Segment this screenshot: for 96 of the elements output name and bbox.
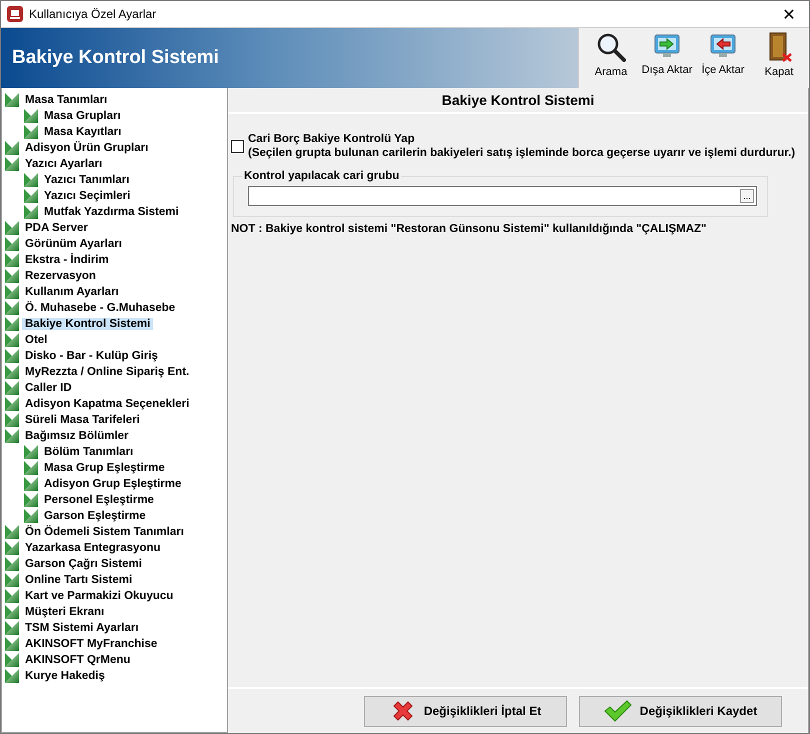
tree-node-icon [5,557,19,571]
monitor-arrow-right-icon [653,32,681,60]
tree-node-icon [5,93,19,107]
checkbox-description: (Seçilen grupta bulunan carilerin bakiyeleri satış işleminde borca geçerse uyarır ve işlemi durdurur.) [248,146,796,160]
checkbox-label: Cari Borç Bakiye Kontrolü Yap [248,132,416,146]
tree-node-icon [24,477,38,491]
tree-node-icon [5,573,19,587]
tree-item[interactable]: AKINSOFT MyFranchise [22,638,160,650]
search-icon [596,32,626,62]
toolbar-button[interactable]: Dışa Aktar [639,30,695,88]
tree-item[interactable]: Ekstra - İndirim [22,254,112,266]
tree-node-icon [5,285,19,299]
tree-item[interactable]: Bölüm Tanımları [41,446,136,458]
tree-node-icon [24,173,38,187]
tree-item[interactable]: TSM Sistemi Ayarları [22,622,142,634]
tree-node-icon [5,157,19,171]
tree-node-icon [5,669,19,683]
tree-node-icon [24,205,38,219]
tree-node-icon [5,397,19,411]
tree-item[interactable]: Caller ID [22,382,75,394]
tree-item[interactable]: Garson Çağrı Sistemi [22,558,145,570]
tree-node-icon [5,301,19,315]
tree-item[interactable]: Yazıcı Seçimleri [41,190,134,202]
tree-node-icon [5,621,19,635]
tree-node-icon [5,429,19,443]
app-icon [7,6,23,22]
tree-item[interactable]: Disko - Bar - Kulüp Giriş [22,350,161,362]
tree-item[interactable]: Rezervasyon [22,270,99,282]
tree-item[interactable]: Bağımsız Bölümler [22,430,132,442]
tree-node-icon [5,237,19,251]
tree-item[interactable]: Süreli Masa Tarifeleri [22,414,143,426]
tree-node-icon [5,637,19,651]
checkbox[interactable] [231,140,244,152]
tree-node-icon [5,413,19,427]
tree-item[interactable]: Online Tartı Sistemi [22,574,136,586]
tree-item[interactable]: Yazıcı Tanımları [41,174,132,186]
tree-item[interactable]: Otel [22,334,50,346]
tree-item[interactable]: Adisyon Ürün Grupları [22,142,152,154]
checkmark-icon [604,700,632,722]
tree-node-icon [24,125,38,139]
tree-item[interactable]: Masa Grup Eşleştirme [41,462,168,474]
tree-node-icon [5,333,19,347]
close-button[interactable]: ✕ [769,1,809,27]
tree-item[interactable]: Mutfak Yazdırma Sistemi [41,206,182,218]
tree-item[interactable]: Personel Eşleştirme [41,494,157,506]
tree-item[interactable]: Adisyon Grup Eşleştirme [41,478,184,490]
tree-node-icon [5,141,19,155]
tree-node-icon [5,525,19,539]
tree-node-icon [24,509,38,523]
tree-item[interactable]: PDA Server [22,222,91,234]
tree-item[interactable]: AKINSOFT QrMenu [22,654,134,666]
tree-item[interactable]: Masa Kayıtları [41,126,124,138]
tree-node-icon [5,365,19,379]
tree-item[interactable]: MyRezzta / Online Sipariş Ent. [22,366,192,378]
tree-item[interactable]: Müşteri Ekranı [22,606,108,618]
tree-node-icon [5,381,19,395]
tree-node-icon [5,541,19,555]
tree-node-icon [5,253,19,267]
tree-item[interactable]: Masa Grupları [41,110,124,122]
tree-item[interactable]: Bakiye Kontrol Sistemi [22,318,154,330]
header-title: Bakiye Kontrol Sistemi [12,47,219,69]
tree-node-icon [5,605,19,619]
group-field[interactable]: ... [248,186,757,206]
save-button[interactable]: Değişiklikleri Kaydet [579,696,782,726]
tree-item[interactable]: Yazıcı Ayarları [22,158,106,170]
tree-node-icon [24,189,38,203]
tree-item[interactable]: Kurye Hakediş [22,670,108,682]
tree-item[interactable]: Kart ve Parmakizi Okuyucu [22,590,176,602]
tree-node-icon [24,461,38,475]
panel-title: Bakiye Kontrol Sistemi [228,88,808,114]
toolbar-button[interactable]: İçe Aktar [695,30,751,88]
group-title: Kontrol yapılacak cari grubu [243,170,400,182]
tree-node-icon [5,317,19,331]
tree-node-icon [24,493,38,507]
tree-node-icon [5,221,19,235]
monitor-arrow-left-icon [709,32,737,60]
toolbar-button[interactable]: Arama [583,30,639,88]
tree-node-icon [24,445,38,459]
window-title: Kullanıcıya Özel Ayarlar [29,7,158,21]
tree-node-icon [5,653,19,667]
tree-item[interactable]: Ö. Muhasebe - G.Muhasebe [22,302,178,314]
tree-item[interactable]: Ön Ödemeli Sistem Tanımları [22,526,187,538]
toolbar-button[interactable]: Kapat [751,30,807,88]
browse-button[interactable]: ... [740,189,754,203]
tree-item[interactable]: Kullanım Ayarları [22,286,122,298]
tree-node-icon [5,269,19,283]
tree-node-icon [24,109,38,123]
tree-item[interactable]: Adisyon Kapatma Seçenekleri [22,398,192,410]
tree-item[interactable]: Garson Eşleştirme [41,510,149,522]
tree-node-icon [5,589,19,603]
tree-item[interactable]: Yazarkasa Entegrasyonu [22,542,164,554]
note-text: NOT : Bakiye kontrol sistemi "Restoran Günsonu Sistemi" kullanıldığında "ÇALIŞMAZ" [231,223,708,235]
tree-item[interactable]: Masa Tanımları [22,94,110,106]
cancel-button[interactable]: Değişiklikleri İptal Et [364,696,567,726]
tree-item[interactable]: Görünüm Ayarları [22,238,125,250]
tree-node-icon [5,349,19,363]
